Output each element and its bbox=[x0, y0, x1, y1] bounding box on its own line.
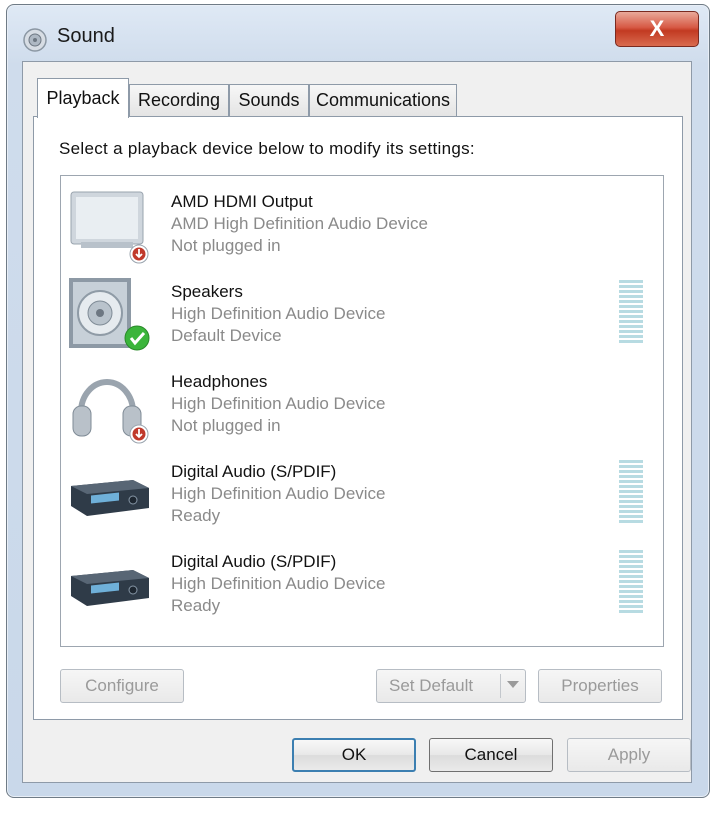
device-name: Headphones bbox=[171, 372, 268, 391]
device-item-amd-hdmi[interactable]: AMD HDMI Output AMD High Definition Audi… bbox=[61, 176, 661, 266]
receiver-icon bbox=[71, 570, 149, 606]
headphones-icon bbox=[72, 379, 149, 444]
device-item-speakers[interactable]: Speakers High Definition Audio Device De… bbox=[61, 266, 661, 356]
device-description: AMD High Definition Audio Device bbox=[171, 214, 429, 233]
close-icon: X bbox=[649, 16, 665, 41]
tab-sounds[interactable]: Sounds bbox=[229, 84, 309, 116]
device-status: Not plugged in bbox=[171, 236, 281, 255]
dialog-client-area: Playback Recording Sounds Communications… bbox=[22, 61, 692, 783]
title-bar[interactable]: Sound X bbox=[7, 5, 709, 61]
device-description: High Definition Audio Device bbox=[171, 304, 386, 323]
ok-button[interactable]: OK bbox=[292, 738, 416, 772]
chevron-down-icon[interactable] bbox=[507, 681, 519, 688]
device-description: High Definition Audio Device bbox=[171, 394, 386, 413]
sound-speaker-icon bbox=[23, 28, 47, 52]
device-name: AMD HDMI Output bbox=[171, 192, 313, 211]
window-title: Sound bbox=[57, 25, 115, 47]
device-name: Digital Audio (S/PDIF) bbox=[171, 462, 337, 481]
volume-meter bbox=[619, 550, 643, 618]
default-check-icon bbox=[124, 325, 150, 351]
device-status: Default Device bbox=[171, 326, 282, 345]
properties-button[interactable]: Properties bbox=[538, 669, 662, 703]
device-item-headphones[interactable]: Headphones High Definition Audio Device … bbox=[61, 356, 661, 446]
volume-meter bbox=[619, 280, 643, 348]
device-list[interactable]: AMD HDMI Output AMD High Definition Audi… bbox=[60, 175, 664, 647]
device-item-digital-audio-1[interactable]: Digital Audio (S/PDIF) High Definition A… bbox=[61, 446, 661, 536]
device-status: Ready bbox=[171, 506, 221, 525]
monitor-icon bbox=[70, 191, 149, 264]
tab-playback[interactable]: Playback bbox=[37, 78, 129, 118]
receiver-icon bbox=[71, 480, 149, 516]
set-default-button[interactable]: Set Default bbox=[376, 669, 526, 703]
instruction-text: Select a playback device below to modify… bbox=[59, 139, 475, 158]
device-item-digital-audio-2[interactable]: Digital Audio (S/PDIF) High Definition A… bbox=[61, 536, 661, 626]
tab-recording[interactable]: Recording bbox=[129, 84, 229, 116]
device-description: High Definition Audio Device bbox=[171, 574, 386, 593]
split-divider bbox=[500, 674, 501, 698]
unplugged-badge-icon bbox=[129, 244, 149, 264]
tab-communications[interactable]: Communications bbox=[309, 84, 457, 116]
playback-panel: Select a playback device below to modify… bbox=[33, 116, 683, 720]
sound-dialog: Sound X Playback Recording Sounds Commun… bbox=[6, 4, 710, 798]
device-status: Not plugged in bbox=[171, 416, 281, 435]
speaker-icon bbox=[69, 278, 150, 351]
cancel-button[interactable]: Cancel bbox=[429, 738, 553, 772]
device-status: Ready bbox=[171, 596, 221, 615]
device-name: Speakers bbox=[171, 282, 243, 301]
volume-meter bbox=[619, 460, 643, 528]
device-description: High Definition Audio Device bbox=[171, 484, 386, 503]
device-name: Digital Audio (S/PDIF) bbox=[171, 552, 337, 571]
configure-button[interactable]: Configure bbox=[60, 669, 184, 703]
set-default-label: Set Default bbox=[389, 676, 474, 695]
unplugged-badge-icon bbox=[129, 424, 149, 444]
apply-button[interactable]: Apply bbox=[567, 738, 691, 772]
close-button[interactable]: X bbox=[615, 11, 699, 47]
